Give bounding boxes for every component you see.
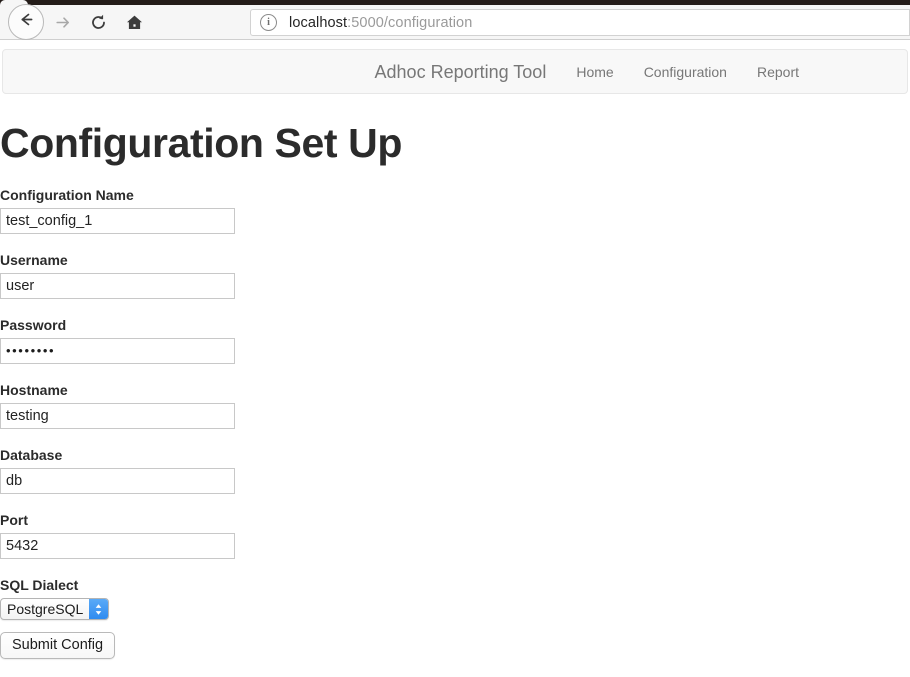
label-configuration-name: Configuration Name bbox=[0, 187, 134, 203]
input-hostname[interactable] bbox=[0, 403, 235, 429]
input-password[interactable]: •••••••• bbox=[0, 338, 235, 364]
submit-config-button[interactable]: Submit Config bbox=[0, 632, 116, 659]
url-host: localhost bbox=[289, 14, 348, 31]
url-path: :5000/configuration bbox=[347, 14, 473, 31]
page-content: Adhoc Reporting Tool Home Configuration … bbox=[0, 49, 910, 659]
label-port: Port bbox=[0, 512, 28, 528]
label-username: Username bbox=[0, 252, 68, 268]
updown-chevron-icon[interactable] bbox=[89, 599, 109, 619]
nav-item-report[interactable]: Report bbox=[742, 62, 814, 82]
reload-icon bbox=[89, 13, 108, 32]
navbar-brand[interactable]: Adhoc Reporting Tool bbox=[360, 62, 562, 82]
label-password: Password bbox=[0, 317, 67, 333]
label-sql-dialect: SQL Dialect bbox=[0, 577, 79, 593]
nav-link-report[interactable]: Report bbox=[742, 62, 814, 82]
password-masked-value: •••••••• bbox=[6, 343, 56, 358]
input-database[interactable] bbox=[0, 468, 235, 494]
reload-button[interactable] bbox=[80, 7, 116, 37]
page-title: Configuration Set Up bbox=[0, 120, 402, 166]
navbar-links: Home Configuration Report bbox=[561, 62, 814, 82]
back-button[interactable] bbox=[8, 4, 44, 40]
arrow-left-icon bbox=[17, 10, 36, 34]
label-hostname: Hostname bbox=[0, 382, 68, 398]
browser-chrome: i localhost:5000/configuration bbox=[0, 0, 910, 40]
navbar-inner: Adhoc Reporting Tool Home Configuration … bbox=[360, 62, 814, 82]
site-navbar: Adhoc Reporting Tool Home Configuration … bbox=[2, 49, 908, 94]
input-configuration-name[interactable] bbox=[0, 208, 235, 234]
select-sql-dialect-value: PostgreSQL bbox=[7, 601, 84, 617]
label-database: Database bbox=[0, 447, 63, 463]
arrow-right-icon bbox=[53, 13, 72, 32]
forward-button[interactable] bbox=[44, 7, 80, 37]
browser-toolbar: i localhost:5000/configuration bbox=[0, 4, 910, 40]
nav-link-home[interactable]: Home bbox=[561, 62, 628, 82]
input-port[interactable] bbox=[0, 533, 235, 559]
address-bar[interactable]: i localhost:5000/configuration bbox=[250, 9, 910, 36]
info-circle-icon[interactable]: i bbox=[260, 14, 277, 31]
nav-item-home[interactable]: Home bbox=[561, 62, 628, 82]
home-icon bbox=[125, 13, 144, 32]
nav-link-configuration[interactable]: Configuration bbox=[629, 62, 742, 82]
select-sql-dialect[interactable]: PostgreSQL bbox=[0, 598, 110, 620]
configuration-form: Configuration Name Username Password •••… bbox=[0, 187, 910, 659]
home-button[interactable] bbox=[116, 7, 152, 37]
address-bar-text: localhost:5000/configuration bbox=[289, 15, 472, 31]
input-username[interactable] bbox=[0, 273, 235, 299]
nav-item-configuration[interactable]: Configuration bbox=[629, 62, 742, 82]
